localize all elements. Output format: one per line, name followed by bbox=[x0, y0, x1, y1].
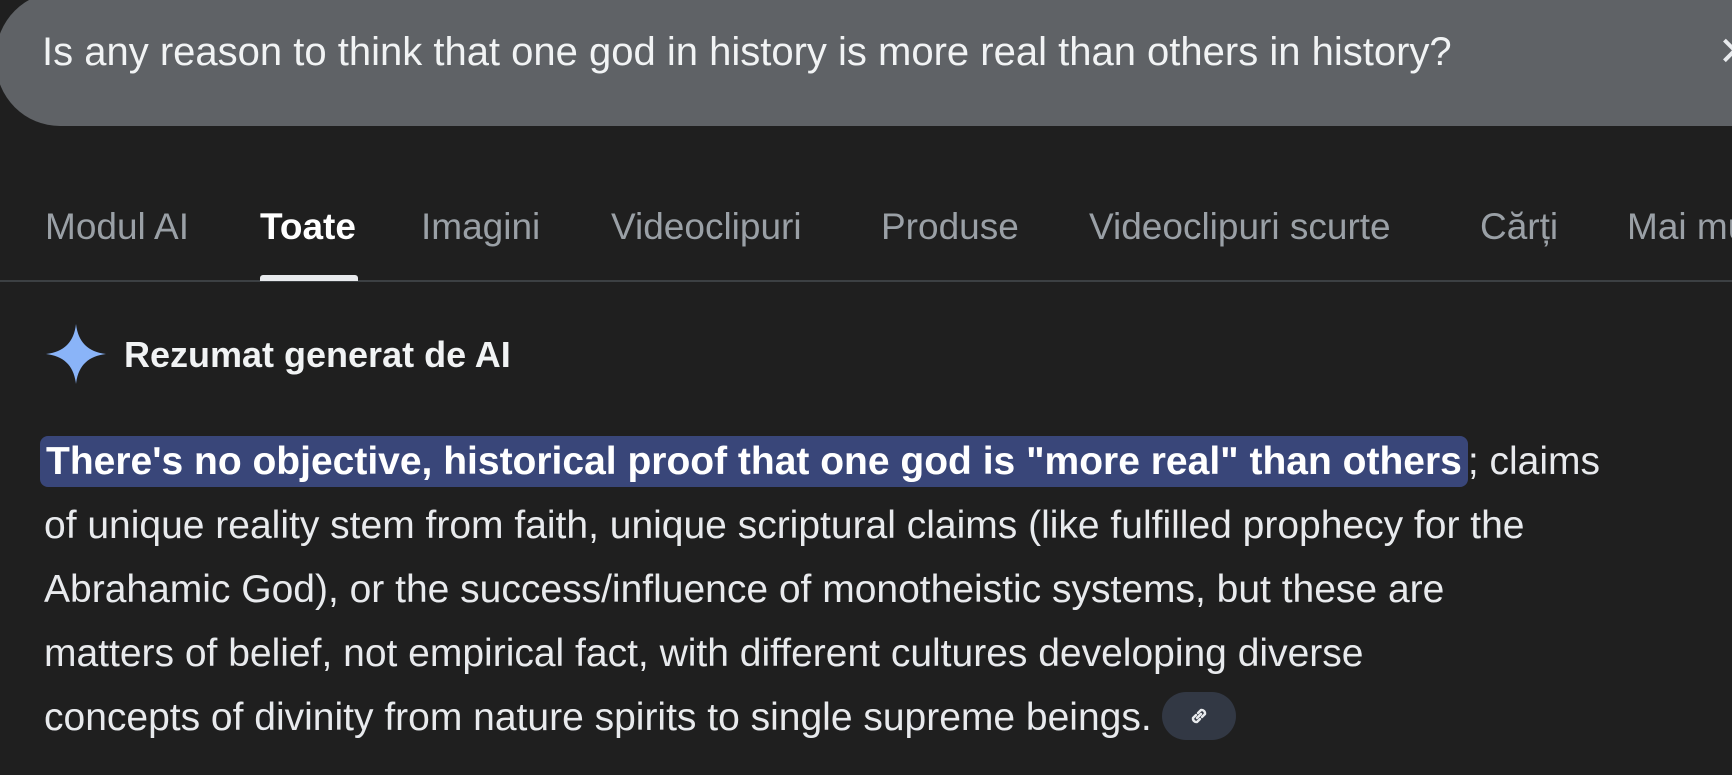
tab-videos[interactable]: Videoclipuri bbox=[611, 204, 802, 250]
highlighted-answer: There's no objective, historical proof t… bbox=[40, 436, 1468, 487]
ai-overview-summary: There's no objective, historical proof t… bbox=[40, 430, 1714, 750]
summary-line: concepts of divinity from nature spirits… bbox=[44, 686, 1714, 750]
close-icon[interactable]: ✕ bbox=[1718, 30, 1732, 74]
tab-ai-mode[interactable]: Modul AI bbox=[45, 204, 189, 250]
summary-line: There's no objective, historical proof t… bbox=[40, 430, 1714, 494]
summary-line: of unique reality stem from faith, uniqu… bbox=[44, 504, 1525, 547]
tab-all[interactable]: Toate bbox=[260, 204, 356, 250]
search-input[interactable]: Is any reason to think that one god in h… bbox=[42, 26, 1452, 78]
source-link-button[interactable] bbox=[1161, 691, 1236, 740]
ai-overview-title: Rezumat generat de AI bbox=[124, 334, 511, 375]
summary-line: matters of belief, not empirical fact, w… bbox=[44, 632, 1364, 675]
tab-more[interactable]: Mai multe bbox=[1627, 204, 1732, 250]
tab-bar: Modul AI Toate Imagini Videoclipuri Prod… bbox=[0, 180, 1732, 282]
page: Is any reason to think that one god in h… bbox=[0, 0, 1732, 775]
sparkle-icon bbox=[44, 322, 108, 386]
summary-line: Abrahamic God), or the success/influence… bbox=[44, 568, 1445, 611]
active-tab-indicator bbox=[260, 275, 358, 281]
tab-short-videos[interactable]: Videoclipuri scurte bbox=[1089, 204, 1391, 250]
tab-books[interactable]: Cărți bbox=[1480, 204, 1558, 250]
tab-products[interactable]: Produse bbox=[881, 204, 1019, 250]
search-bar[interactable]: Is any reason to think that one god in h… bbox=[0, 0, 1732, 126]
summary-text: concepts of divinity from nature spirits… bbox=[44, 696, 1152, 739]
tab-images[interactable]: Imagini bbox=[421, 204, 540, 250]
link-icon bbox=[1191, 708, 1206, 723]
summary-text: ; claims bbox=[1467, 440, 1601, 483]
